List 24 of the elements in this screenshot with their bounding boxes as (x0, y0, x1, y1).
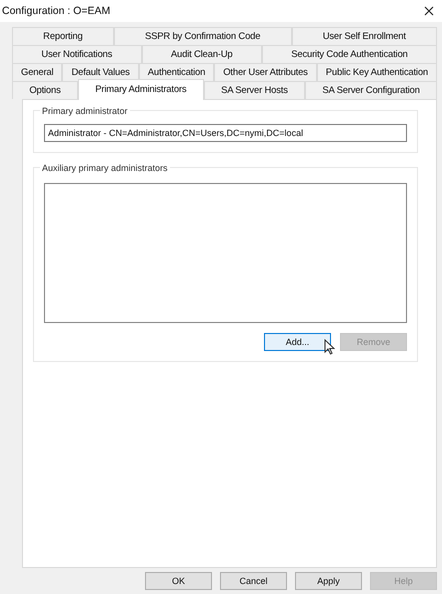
tab[interactable]: Security Code Authentication (262, 45, 437, 63)
tab[interactable]: SA Server Configuration (305, 81, 438, 99)
tab[interactable]: SA Server Hosts (204, 81, 306, 99)
pointer-icon (324, 339, 335, 355)
dialog-button[interactable]: OK (145, 572, 212, 590)
group-title: Primary administrator (40, 106, 130, 116)
dialog-button[interactable]: Add... (264, 333, 331, 351)
group-title: Auxiliary primary administrators (40, 163, 170, 173)
tab[interactable]: Public Key Authentication (316, 63, 438, 81)
tab[interactable]: User Notifications (12, 45, 142, 63)
tab[interactable]: Reporting (12, 27, 114, 45)
tab[interactable]: Audit Clean-Up (142, 45, 262, 63)
tab[interactable]: General (12, 63, 62, 81)
close-icon[interactable] (424, 6, 434, 16)
tab[interactable]: SSPR by Confirmation Code (114, 27, 292, 45)
tab[interactable]: User Self Enrollment (292, 27, 437, 45)
tab[interactable]: Primary Administrators (78, 79, 204, 100)
dialog-button[interactable]: Cancel (220, 572, 287, 590)
input-field[interactable]: Administrator - CN=Administrator,CN=Users,DC=nymi,DC=local (44, 124, 407, 142)
dialog-button[interactable]: Apply (295, 572, 362, 590)
window-title: Configuration : O=EAM (2, 5, 110, 17)
tab[interactable]: Other User Attributes (214, 63, 317, 81)
tab[interactable]: Options (12, 81, 78, 99)
tab[interactable]: Default Values (62, 63, 139, 81)
